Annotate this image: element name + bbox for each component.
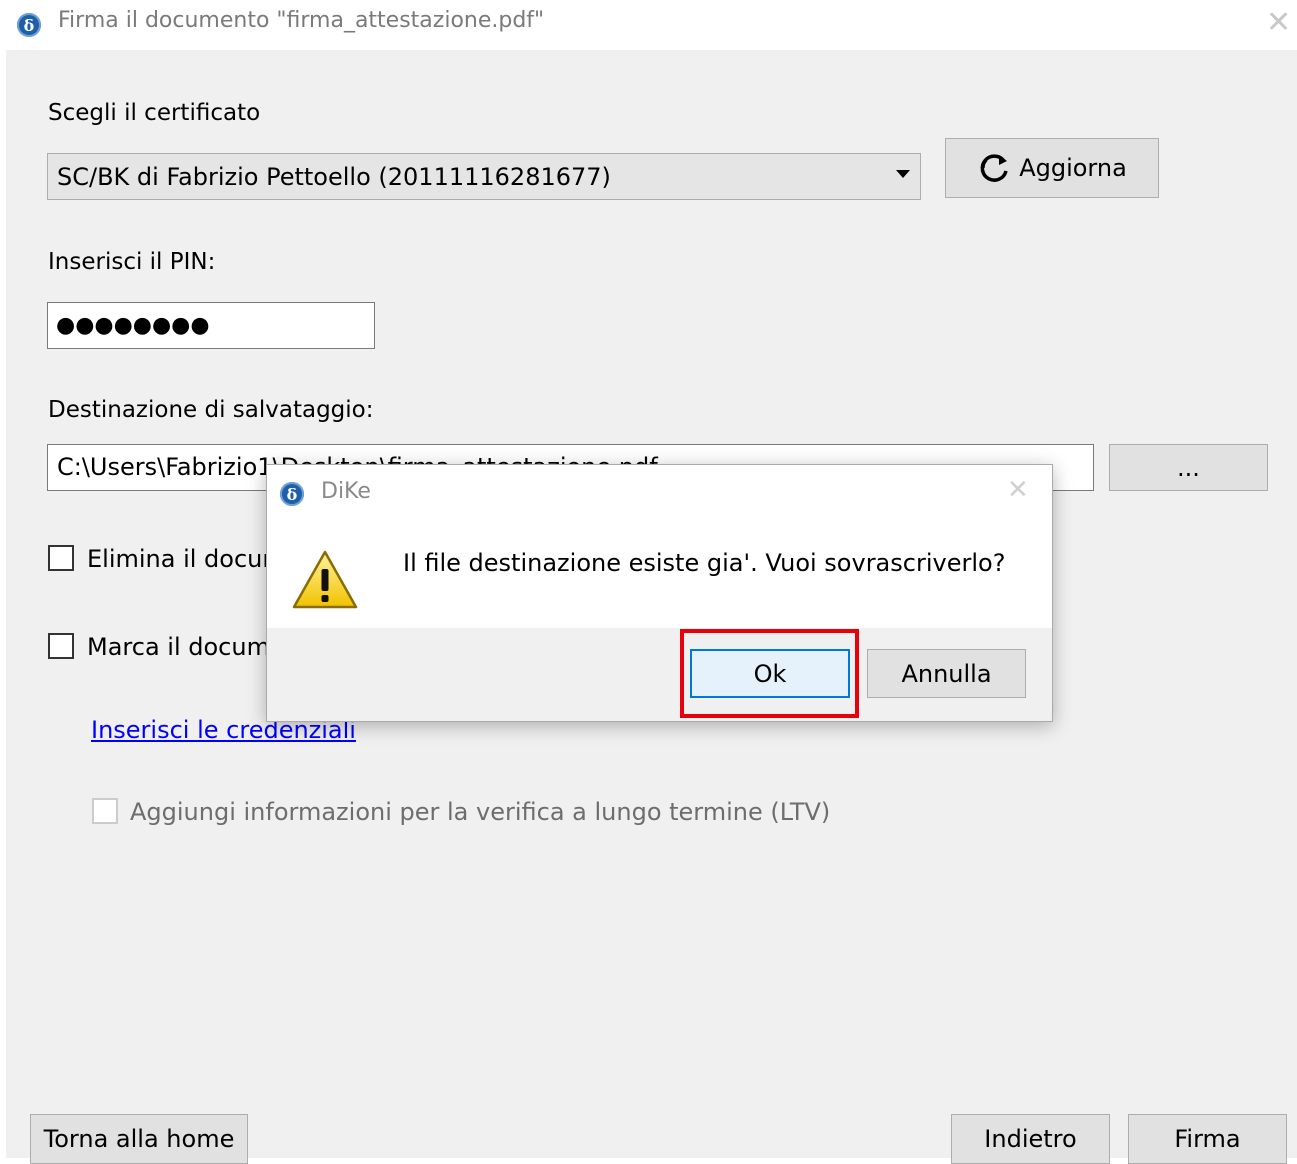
ok-button[interactable]: Ok — [690, 649, 850, 698]
dialog-close-icon[interactable]: ✕ — [1007, 477, 1029, 503]
title-bar: δ Firma il documento "firma_attestazione… — [0, 0, 1297, 50]
home-button[interactable]: Torna alla home — [30, 1114, 248, 1164]
pin-masked-value: ●●●●●●●● — [56, 313, 210, 338]
overwrite-confirm-dialog: δ DiKe ✕ Il file destinazione esiste gia… — [266, 464, 1053, 722]
cancel-label: Annulla — [901, 659, 992, 688]
pin-input[interactable]: ●●●●●●●● — [47, 302, 375, 349]
home-label: Torna alla home — [43, 1125, 235, 1153]
ltv-label: Aggiungi informazioni per la verifica a … — [130, 798, 831, 826]
refresh-icon — [980, 154, 1008, 182]
dialog-title: DiKe — [321, 479, 371, 504]
warning-icon — [292, 550, 358, 609]
close-icon[interactable]: ✕ — [1266, 8, 1291, 38]
dialog-body: δ DiKe ✕ Il file destinazione esiste gia… — [267, 465, 1052, 628]
refresh-button[interactable]: Aggiorna — [945, 138, 1159, 198]
back-button[interactable]: Indietro — [951, 1114, 1110, 1164]
browse-label: ... — [1177, 453, 1200, 482]
dike-logo-icon: δ — [17, 13, 41, 37]
ltv-checkbox[interactable] — [92, 798, 118, 824]
sign-label: Firma — [1174, 1125, 1241, 1153]
browse-button[interactable]: ... — [1109, 444, 1268, 491]
ok-label: Ok — [753, 659, 787, 688]
certificate-selected-value: SC/BK di Fabrizio Pettoello (20111116281… — [57, 163, 611, 191]
window-title: Firma il documento "firma_attestazione.p… — [58, 8, 545, 33]
back-label: Indietro — [984, 1125, 1077, 1153]
delete-original-checkbox[interactable] — [48, 545, 74, 571]
destination-label: Destinazione di salvataggio: — [48, 397, 374, 423]
sign-button[interactable]: Firma — [1128, 1114, 1287, 1164]
dike-logo-icon: δ — [280, 482, 304, 506]
chevron-down-icon — [896, 170, 910, 178]
timestamp-checkbox[interactable] — [48, 633, 74, 659]
certificate-select[interactable]: SC/BK di Fabrizio Pettoello (20111116281… — [47, 153, 921, 200]
refresh-label: Aggiorna — [1019, 154, 1127, 182]
pin-label: Inserisci il PIN: — [48, 249, 216, 275]
cancel-button[interactable]: Annulla — [867, 649, 1026, 698]
dialog-message: Il file destinazione esiste gia'. Vuoi s… — [403, 549, 1006, 577]
certificate-label: Scegli il certificato — [48, 100, 261, 126]
